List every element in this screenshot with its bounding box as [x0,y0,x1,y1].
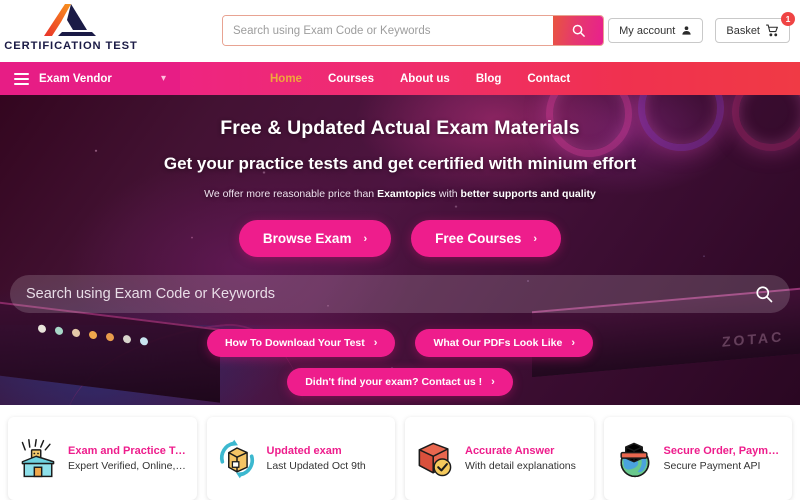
person-icon [682,26,691,35]
header-actions: My account Basket 1 [608,12,795,43]
nav-item-courses[interactable]: Courses [328,73,374,85]
hero-title: Free & Updated Actual Exam Materials [220,117,580,139]
free-courses-button[interactable]: Free Courses › [411,220,562,257]
feature-card-title: Accurate Answer [465,445,555,457]
hero-chip-row-2: Didn't find your exam? Contact us ! › [0,368,800,396]
hero-cta-row: Browse Exam › Free Courses › [0,220,800,257]
feature-card-text: Secure Order, Payment Secure Payment API [664,445,785,472]
search-icon [572,24,585,37]
header-search-button[interactable] [553,16,603,45]
feature-card-text: Updated exam Last Updated Oct 9th [267,445,366,472]
nav-item-about[interactable]: About us [400,73,450,85]
basket-count-badge: 1 [781,12,795,26]
hero-note-mid: with [436,188,461,200]
feature-card-title: Exam and Practice Test [68,445,189,457]
basket-label: Basket [726,24,760,37]
contact-us-label: Didn't find your exam? Contact us ! [305,376,483,388]
box-refresh-icon [219,439,254,478]
my-account-button[interactable]: My account [608,18,704,43]
my-account-label: My account [619,24,676,37]
brand-name: CERTIFICATION TEST [4,40,138,52]
feature-card-secure-order-payment[interactable]: Secure Order, Payment Secure Payment API [603,417,792,500]
nav-item-contact[interactable]: Contact [527,73,570,85]
hero-note-strong: better supports and quality [460,188,596,200]
feature-card-title: Secure Order, Payment [663,445,785,457]
cart-icon [766,24,778,37]
feature-card-text: Exam and Practice Test Expert Verified, … [68,445,189,472]
chevron-down-icon: ▾ [160,72,166,84]
nav-links: Home Courses About us Blog Contact [270,73,570,85]
globe-package-icon [619,442,649,477]
hero-subtitle: Get your practice tests and get certifie… [163,154,637,173]
hero-note-pre: We offer more reasonable price than [204,188,378,200]
nav-item-blog[interactable]: Blog [476,73,502,85]
main-navbar: Exam Vendor ▾ Home Courses About us Blog… [0,62,800,95]
hero-search[interactable] [10,275,790,313]
feature-cards: Exam and Practice Test Expert Verified, … [0,405,800,500]
exam-vendor-label: Exam Vendor [39,72,112,85]
chevron-right-icon: › [571,337,576,349]
feature-card-desc: Last Updated Oct 9th [266,460,366,472]
how-to-download-button[interactable]: How To Download Your Test › [206,329,396,357]
logo-brand[interactable]: CERTIFICATION TEST [4,2,137,52]
hamburger-menu-icon[interactable] [14,72,29,85]
gift-box-confetti-icon [21,438,55,477]
feature-card-title: Updated exam [266,445,342,457]
browse-exam-button[interactable]: Browse Exam › [238,220,392,257]
browse-exam-label: Browse Exam [262,231,352,246]
box-check-icon [418,442,452,476]
how-to-download-label: How To Download Your Test [224,337,365,349]
hero-search-input[interactable] [26,286,754,302]
header-search-input[interactable] [223,16,553,45]
hero-note-brand: Examtopics [377,188,437,200]
contact-us-button[interactable]: Didn't find your exam? Contact us ! › [287,368,513,396]
feature-card-text: Accurate Answer With detail explanations [465,445,576,472]
header-search[interactable] [222,15,604,46]
hero-chip-row-1: How To Download Your Test › What Our PDF… [0,329,800,357]
free-courses-label: Free Courses [435,231,522,246]
feature-card-desc: With detail explanations [465,460,576,472]
chevron-right-icon: › [363,232,368,245]
chevron-right-icon: › [491,376,495,388]
feature-card-accurate-answer[interactable]: Accurate Answer With detail explanations [405,417,594,500]
feature-card-exam-practice-test[interactable]: Exam and Practice Test Expert Verified, … [8,417,197,500]
nav-item-home[interactable]: Home [270,73,302,85]
chevron-right-icon: › [533,232,538,245]
site-header: CERTIFICATION TEST My account Basket 1 [0,0,800,62]
hero-content: Free & Updated Actual Exam Materials Get… [0,95,800,396]
chevron-right-icon: › [373,337,378,349]
basket-button[interactable]: Basket 1 [715,12,795,43]
search-icon[interactable] [754,284,774,304]
feature-card-desc: Secure Payment API [663,460,761,472]
feature-card-desc: Expert Verified, Online, Free [68,460,189,472]
feature-card-updated-exam[interactable]: Updated exam Last Updated Oct 9th [206,417,395,500]
hero-note: We offer more reasonable price than Exam… [0,188,800,200]
certification-test-logo-icon [44,4,96,36]
what-pdfs-look-like-label: What Our PDFs Look Like [433,337,563,349]
hero-section: ZOTAC Free & Updated Actual Exam Materia… [0,95,800,405]
exam-vendor-dropdown[interactable]: Exam Vendor ▾ [0,62,180,95]
what-pdfs-look-like-button[interactable]: What Our PDFs Look Like › [415,329,594,357]
